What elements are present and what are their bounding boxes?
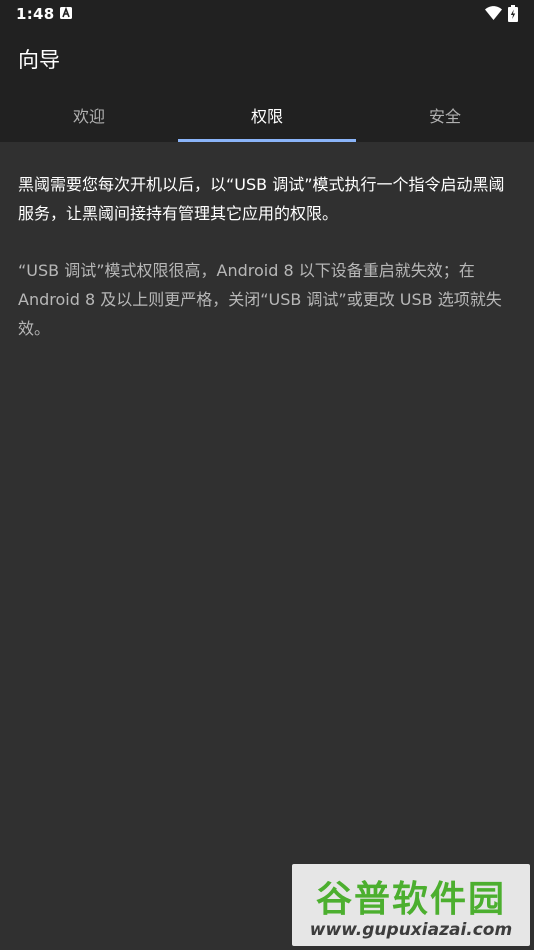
watermark-logo: 谷普软件园 www.gupuxiazai.com — [292, 864, 530, 946]
tab-security[interactable]: 安全 — [356, 88, 534, 142]
app-bar: 向导 — [0, 28, 534, 88]
battery-charging-icon — [508, 5, 518, 22]
status-bar: 1:48 — [0, 0, 534, 28]
wifi-icon — [485, 6, 502, 20]
watermark-title: 谷普软件园 — [315, 879, 506, 920]
a-notification-icon — [60, 7, 72, 19]
tab-bar: 欢迎 权限 安全 — [0, 88, 534, 142]
tab-permissions[interactable]: 权限 — [178, 88, 356, 142]
tab-welcome[interactable]: 欢迎 — [0, 88, 178, 142]
usb-debug-note: “USB 调试”模式权限很高，Android 8 以下设备重启就失效；在 And… — [18, 261, 502, 338]
watermark-url: www.gupuxiazai.com — [309, 920, 513, 940]
page-title: 向导 — [18, 48, 60, 72]
content-area: 黑阈需要您每次开机以后，以“USB 调试”模式执行一个指令启动黑阈服务，让黑阈间… — [18, 170, 518, 343]
status-time: 1:48 — [16, 5, 55, 23]
permission-description: 黑阈需要您每次开机以后，以“USB 调试”模式执行一个指令启动黑阈服务，让黑阈间… — [18, 175, 505, 223]
